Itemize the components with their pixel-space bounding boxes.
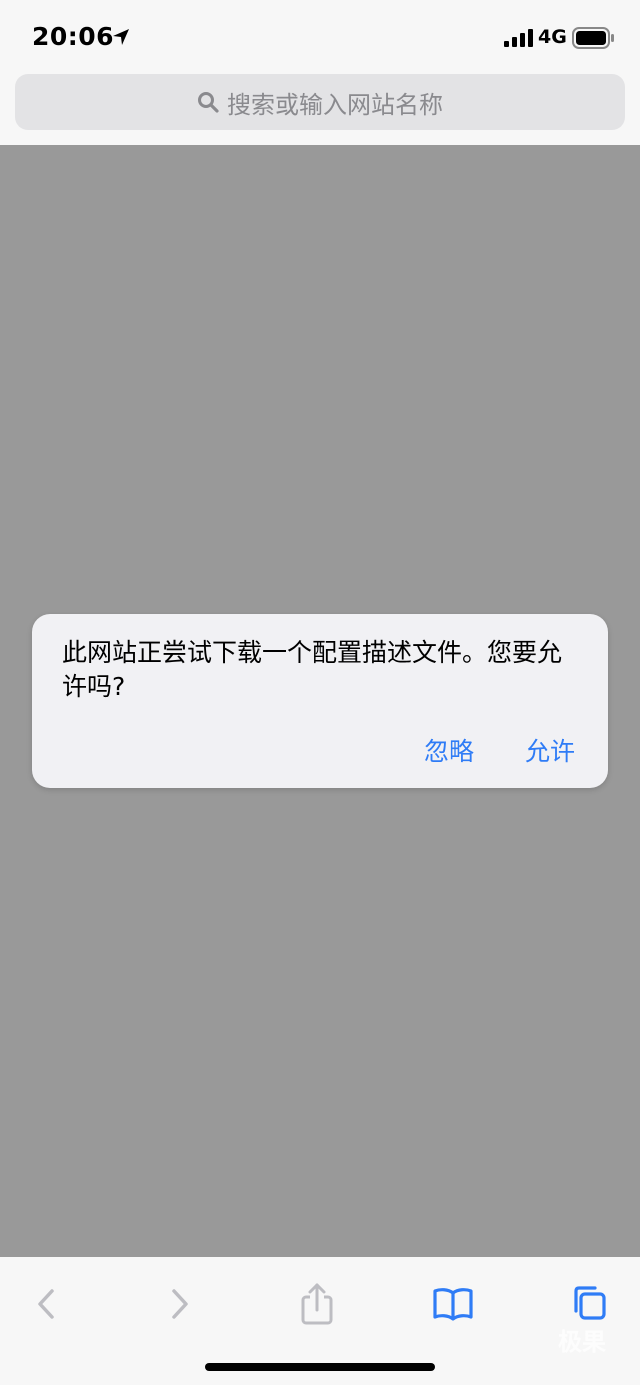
back-button[interactable] <box>21 1279 71 1329</box>
address-placeholder: 搜索或输入网站名称 <box>227 90 443 119</box>
address-bar[interactable]: 搜索或输入网站名称 <box>15 74 625 130</box>
home-indicator <box>205 1363 435 1371</box>
watermark: 极果 <box>558 1328 606 1356</box>
share-icon <box>301 1283 333 1325</box>
profile-download-alert: 此网站正尝试下载一个配置描述文件。您要允许吗? 忽略 允许 <box>32 614 608 788</box>
location-arrow-icon <box>113 29 129 45</box>
forward-button[interactable] <box>155 1279 205 1329</box>
status-bar: 20:06 4G <box>0 0 640 72</box>
forward-chevron-icon <box>172 1289 188 1319</box>
battery-icon <box>572 27 614 49</box>
allow-button[interactable]: 允许 <box>525 732 575 768</box>
alert-message: 此网站正尝试下载一个配置描述文件。您要允许吗? <box>62 638 563 701</box>
bookmarks-button[interactable] <box>428 1279 478 1329</box>
cellular-signal-icon <box>504 29 533 47</box>
bookmarks-icon <box>433 1288 473 1321</box>
share-button[interactable] <box>292 1279 342 1329</box>
back-chevron-icon <box>38 1289 54 1319</box>
network-type: 4G <box>538 26 567 48</box>
status-time: 20:06 <box>32 22 115 51</box>
tabs-icon <box>574 1286 606 1320</box>
ignore-button[interactable]: 忽略 <box>424 732 474 768</box>
search-icon <box>198 92 219 113</box>
